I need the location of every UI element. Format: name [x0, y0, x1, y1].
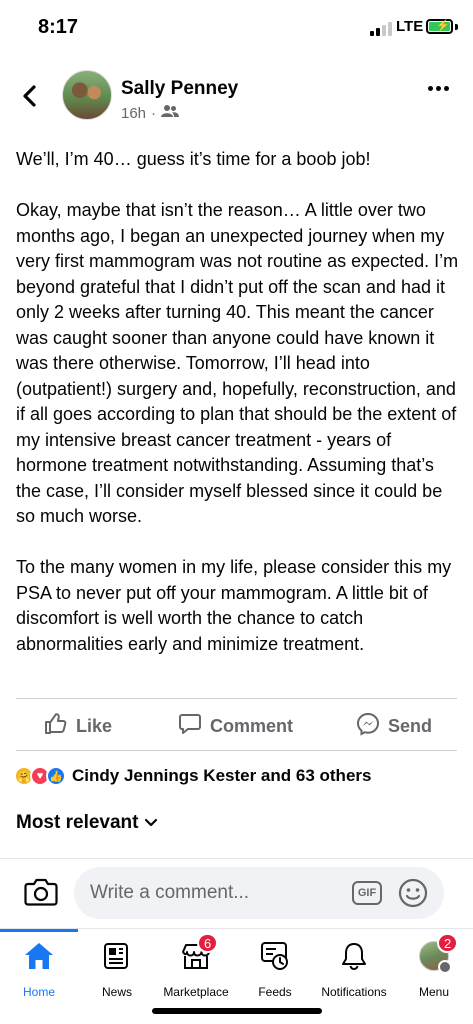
tab-label: Notifications: [321, 985, 387, 999]
reactions-text: Cindy Jennings Kester and 63 others: [72, 766, 372, 785]
comment-button[interactable]: Comment: [178, 704, 293, 748]
tab-menu[interactable]: 2 Menu: [389, 933, 473, 1007]
tab-notifications[interactable]: Notifications: [309, 937, 399, 1007]
post-paragraph: We’ll, I’m 40… guess it’s time for a boo…: [16, 149, 371, 169]
marketplace-badge: 6: [197, 933, 219, 953]
tab-marketplace[interactable]: 6 Marketplace: [151, 933, 241, 1007]
feeds-icon: [257, 939, 293, 973]
post-meta: 16h ·: [121, 104, 180, 122]
back-icon[interactable]: [14, 80, 46, 112]
meta-separator: ·: [151, 104, 157, 122]
tab-feeds[interactable]: Feeds: [230, 937, 320, 1007]
comment-input[interactable]: [74, 867, 444, 919]
send-label: Send: [388, 715, 433, 736]
status-bar: 8:17 LTE ⚡: [0, 0, 473, 58]
divider: [16, 750, 457, 751]
comment-icon: [178, 712, 202, 741]
status-time: 8:17: [38, 16, 79, 38]
tab-label: News: [101, 985, 132, 999]
friends-icon: [161, 104, 180, 122]
active-tab-indicator: [0, 929, 78, 932]
news-icon: [99, 939, 135, 973]
post-paragraph: To the many women in my life, please con…: [16, 557, 452, 654]
like-reaction-icon: 👍: [46, 766, 66, 786]
home-indicator: [152, 1008, 322, 1014]
tab-label: Feeds: [258, 985, 292, 999]
bell-icon: [336, 939, 372, 973]
more-options-icon[interactable]: [428, 86, 449, 91]
avatar[interactable]: [62, 70, 112, 120]
menu-badge: 2: [437, 933, 459, 953]
divider: [16, 698, 457, 699]
send-button[interactable]: Send: [356, 704, 432, 748]
comment-label: Comment: [210, 715, 294, 736]
home-icon: [21, 939, 57, 973]
camera-icon[interactable]: [24, 877, 58, 909]
comment-sort-dropdown[interactable]: Most relevant: [16, 812, 158, 834]
network-label: LTE: [396, 18, 424, 35]
like-label: Like: [76, 715, 113, 736]
sort-label: Most relevant: [16, 812, 139, 833]
like-button[interactable]: Like: [44, 704, 112, 748]
reactions-summary[interactable]: 🤗 ♥ 👍 Cindy Jennings Kester and 63 other…: [14, 764, 371, 788]
post-body: We’ll, I’m 40… guess it’s time for a boo…: [16, 147, 462, 683]
chevron-down-icon: [144, 812, 158, 834]
post-actions: Like Comment Send: [0, 704, 473, 748]
emoji-icon[interactable]: [398, 878, 428, 908]
tab-label: Marketplace: [163, 985, 229, 999]
gif-button[interactable]: GIF: [352, 881, 382, 905]
tab-news[interactable]: News: [72, 937, 162, 1007]
battery-icon: ⚡: [426, 19, 453, 34]
thumbs-up-icon: [44, 712, 68, 741]
messenger-icon: [356, 712, 380, 741]
post-time[interactable]: 16h: [121, 105, 146, 122]
author-name[interactable]: Sally Penney: [121, 78, 238, 100]
tab-label: Menu: [418, 985, 450, 999]
signal-icon: [370, 22, 392, 36]
post-paragraph: Okay, maybe that isn’t the reason… A lit…: [16, 200, 459, 526]
battery-tip: [455, 24, 458, 30]
